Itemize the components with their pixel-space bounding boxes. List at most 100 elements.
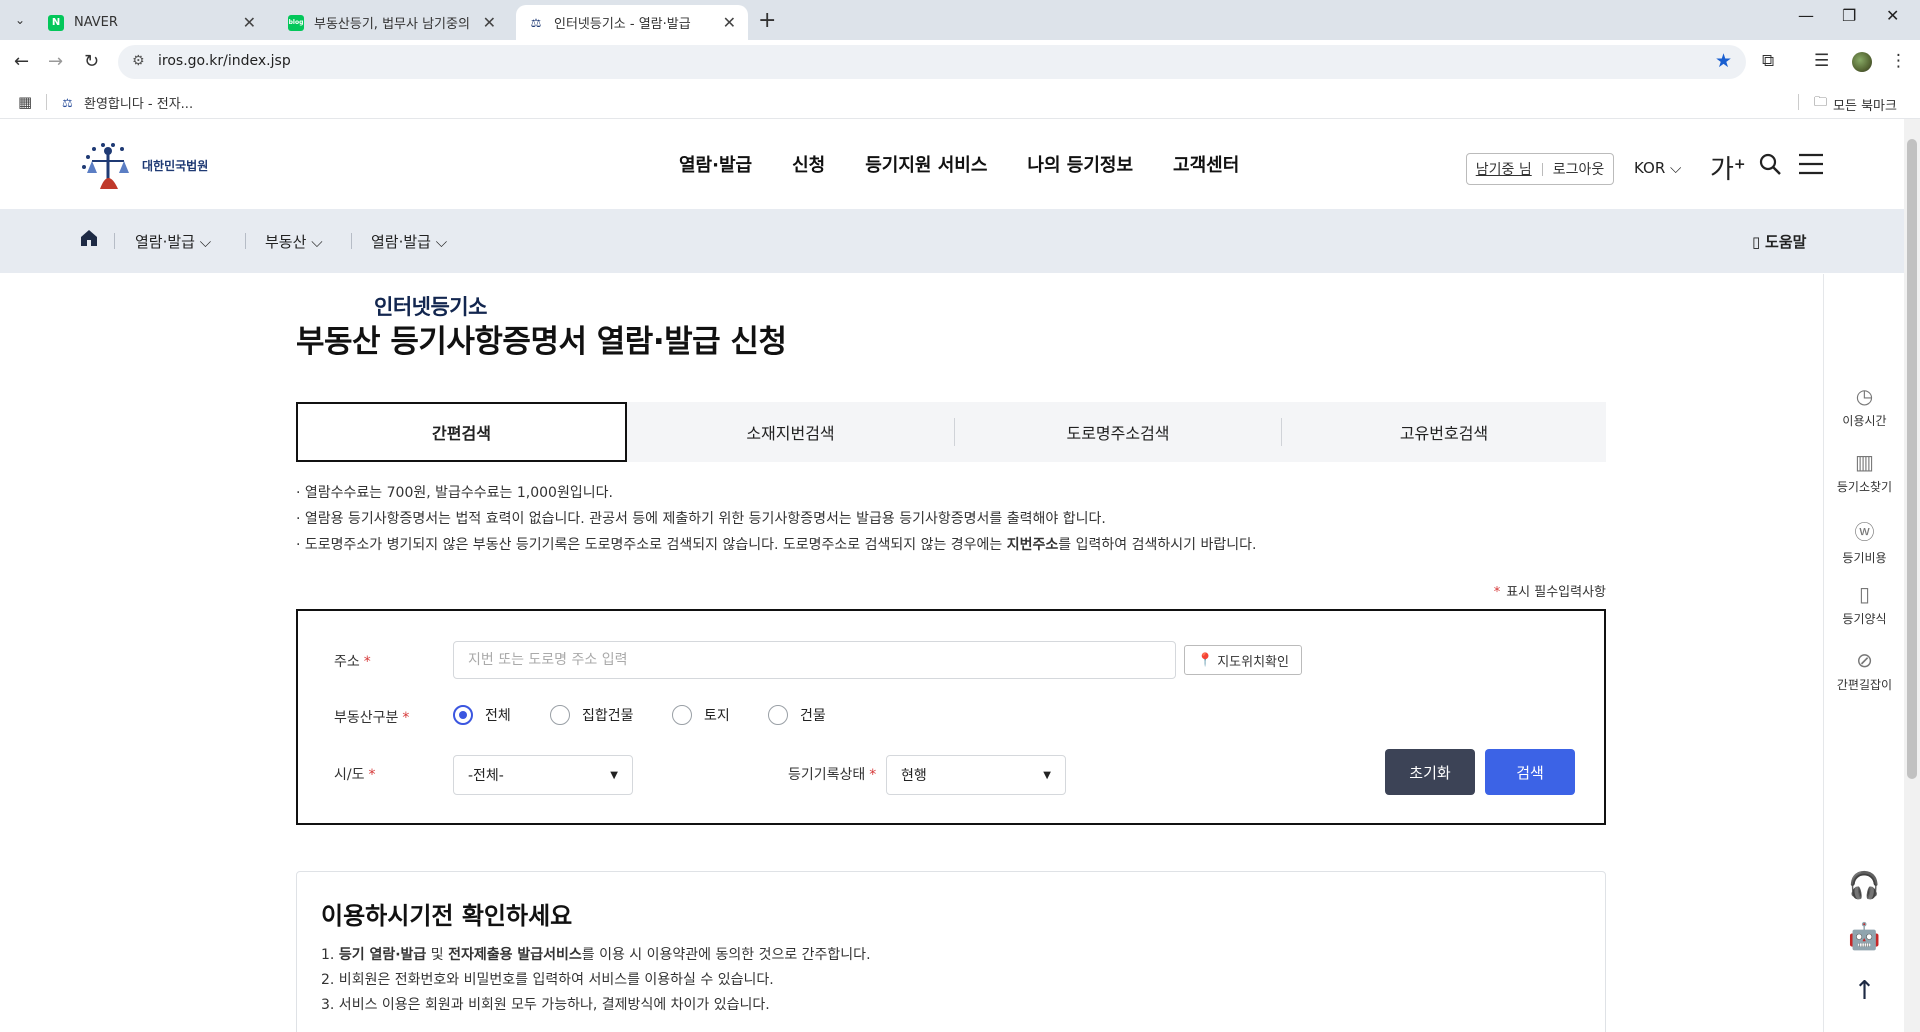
headset-icon[interactable]: 🎧	[1824, 871, 1904, 901]
tab-title: 인터넷등기소 - 열람·발급	[554, 17, 691, 32]
nav-customer-center[interactable]: 고객센터	[1173, 151, 1239, 177]
address-input[interactable]	[453, 641, 1176, 679]
browser-tab-blog[interactable]: blog 부동산등기, 법무사 남기중의 ... ✕	[276, 5, 508, 40]
radio-circle	[768, 705, 788, 725]
breadcrumb-separator	[245, 233, 246, 249]
tab-close-icon[interactable]: ✕	[723, 13, 736, 32]
global-nav: 열람·발급 신청 등기지원 서비스 나의 등기정보 고객센터	[679, 151, 1279, 177]
map-location-button[interactable]: 📍 지도위치확인	[1184, 645, 1302, 675]
breadcrumb-label: 열람·발급	[135, 233, 195, 251]
browser-tab-naver[interactable]: N NAVER ✕	[36, 5, 268, 40]
bookmark-item[interactable]: ⚖ 환영합니다 - 전자...	[62, 93, 193, 113]
scrollbar-thumb[interactable]	[1907, 139, 1917, 779]
bookmark-star-icon[interactable]: ★	[1715, 50, 1732, 72]
language-label: KOR	[1634, 159, 1666, 177]
logout-button[interactable]: 로그아웃	[1553, 159, 1605, 179]
back-icon[interactable]: ←	[14, 51, 29, 72]
radio-circle	[550, 705, 570, 725]
tab-close-icon[interactable]: ✕	[483, 13, 496, 32]
font-size-button[interactable]: 가+	[1710, 149, 1746, 186]
quick-menu: ◷ 이용시간 ▥ 등기소찾기 ⓦ 등기비용 ▯ 등기양식 ⊘ 간편길잡이 🎧 🤖…	[1823, 274, 1904, 1032]
map-location-label: 지도위치확인	[1217, 654, 1289, 670]
quick-find-office[interactable]: ▥ 등기소찾기	[1824, 450, 1904, 495]
site-logo[interactable]: 대한민국법원 인터넷등기소	[78, 137, 487, 319]
breadcrumb-item-view-issue[interactable]: 열람·발급 ⌵	[135, 231, 211, 252]
address-label: 주소 *	[334, 651, 371, 671]
profile-avatar[interactable]	[1852, 52, 1872, 72]
help-button[interactable]: ▯ 도움말	[1752, 231, 1806, 252]
web-page: 대한민국법원 인터넷등기소 열람·발급 신청 등기지원 서비스 나의 등기정보 …	[0, 119, 1904, 1032]
reset-button[interactable]: 초기화	[1385, 749, 1475, 795]
reload-icon[interactable]: ↻	[84, 51, 99, 72]
radio-building[interactable]: 건물	[768, 705, 826, 725]
required-hint: * 표시 필수입력사항	[1494, 581, 1606, 600]
tab-close-icon[interactable]: ✕	[243, 13, 256, 32]
browser-tab-iros[interactable]: ⚖ 인터넷등기소 - 열람·발급 ✕	[516, 5, 748, 40]
nav-my-registry[interactable]: 나의 등기정보	[1027, 151, 1133, 177]
naver-favicon-icon: N	[48, 14, 64, 31]
chatbot-icon[interactable]: 🤖	[1824, 922, 1904, 952]
required-hint-label: 표시 필수입력사항	[1506, 585, 1606, 600]
breadcrumb: 열람·발급 ⌵ 부동산 ⌵ 열람·발급 ⌵ ▯ 도움말	[0, 209, 1904, 273]
notice-list: · 열람수수료는 700원, 발급수수료는 1,000원입니다. · 열람용 등…	[296, 480, 1256, 558]
close-window-icon[interactable]: ✕	[1886, 6, 1899, 25]
tab-title: NAVER	[74, 15, 118, 30]
sido-select[interactable]: -전체- ▼	[453, 755, 633, 795]
notice-item: · 열람수수료는 700원, 발급수수료는 1,000원입니다.	[296, 485, 613, 501]
browser-tab-bar: ⌄ N NAVER ✕ blog 부동산등기, 법무사 남기중의 ... ✕ ⚖…	[0, 0, 1920, 40]
nav-support-service[interactable]: 등기지원 서비스	[865, 151, 987, 177]
radio-all[interactable]: 전체	[453, 705, 511, 725]
breadcrumb-item-view-issue-sub[interactable]: 열람·발급 ⌵	[371, 231, 447, 252]
tab-lot-number-search[interactable]: 소재지번검색	[627, 402, 954, 462]
nav-view-issue[interactable]: 열람·발급	[679, 151, 752, 177]
page-scrollbar[interactable]	[1904, 119, 1920, 1032]
breadcrumb-item-real-estate[interactable]: 부동산 ⌵	[265, 231, 323, 252]
search-button[interactable]: 검색	[1485, 749, 1575, 795]
tab-simple-search[interactable]: 간편검색	[296, 402, 627, 462]
new-tab-icon[interactable]: +	[758, 8, 776, 33]
quick-forms[interactable]: ▯ 등기양식	[1824, 582, 1904, 627]
label-text: 주소	[334, 654, 360, 670]
record-status-select[interactable]: 현행 ▼	[886, 755, 1066, 795]
breadcrumb-separator	[114, 233, 115, 249]
tab-unique-number-search[interactable]: 고유번호검색	[1282, 402, 1606, 462]
nav-apply[interactable]: 신청	[792, 151, 825, 177]
user-name-link[interactable]: 남기중 님	[1476, 159, 1532, 179]
all-bookmarks-label: 모든 북마크	[1833, 98, 1897, 114]
quick-guide[interactable]: ⊘ 간편길잡이	[1824, 648, 1904, 693]
minimize-icon[interactable]: —	[1798, 6, 1814, 25]
record-status-label: 등기기록상태 *	[788, 764, 876, 784]
language-select[interactable]: KOR ⌵	[1634, 159, 1681, 177]
quick-hours[interactable]: ◷ 이용시간	[1824, 384, 1904, 429]
more-menu-icon[interactable]: ⋮	[1890, 51, 1907, 71]
all-bookmarks-button[interactable]: 🗀 모든 북마크	[1814, 93, 1897, 115]
restore-icon[interactable]: ❐	[1842, 6, 1856, 25]
hamburger-menu-icon[interactable]	[1798, 152, 1824, 182]
site-info-icon[interactable]: ⚙	[132, 53, 145, 69]
tab-road-address-search[interactable]: 도로명주소검색	[955, 402, 1281, 462]
user-box-divider	[1541, 162, 1543, 176]
help-label: 도움말	[1765, 233, 1807, 251]
quick-cost[interactable]: ⓦ 등기비용	[1824, 516, 1904, 566]
radio-land[interactable]: 토지	[672, 705, 730, 725]
forward-icon[interactable]: →	[48, 51, 63, 72]
address-bar[interactable]: ⚙ iros.go.kr/index.jsp ★	[118, 45, 1746, 79]
chevron-down-icon: ⌵	[311, 233, 323, 251]
extensions-icon[interactable]: ⧉	[1762, 51, 1774, 71]
info-text: 를 이용 시 이용약관에 동의한 것으로 간주합니다.	[581, 947, 871, 963]
bookmarks-bar: ▦ ⚖ 환영합니다 - 전자... 🗀 모든 북마크	[0, 85, 1920, 119]
won-coin-icon: ⓦ	[1854, 520, 1875, 544]
radio-collective-building[interactable]: 집합건물	[550, 705, 634, 725]
search-icon[interactable]	[1758, 152, 1782, 182]
apps-grid-icon[interactable]: ▦	[18, 93, 32, 111]
document-icon: ▯	[1858, 582, 1870, 606]
court-favicon-icon: ⚖	[62, 95, 73, 110]
home-icon[interactable]	[80, 229, 98, 252]
tab-search-icon[interactable]: ⌄	[8, 8, 32, 32]
help-icon: ▯	[1752, 233, 1766, 251]
notice-item: · 도로명주소가 병기되지 않은 부동산 등기기록은 도로명주소로 검색되지 않…	[296, 532, 1256, 558]
scroll-top-icon[interactable]: ↑	[1824, 976, 1904, 1006]
media-control-icon[interactable]: ☰	[1814, 51, 1829, 71]
search-tabs: 간편검색 소재지번검색 도로명주소검색 고유번호검색	[296, 402, 1606, 462]
breadcrumb-label: 부동산	[265, 233, 307, 251]
